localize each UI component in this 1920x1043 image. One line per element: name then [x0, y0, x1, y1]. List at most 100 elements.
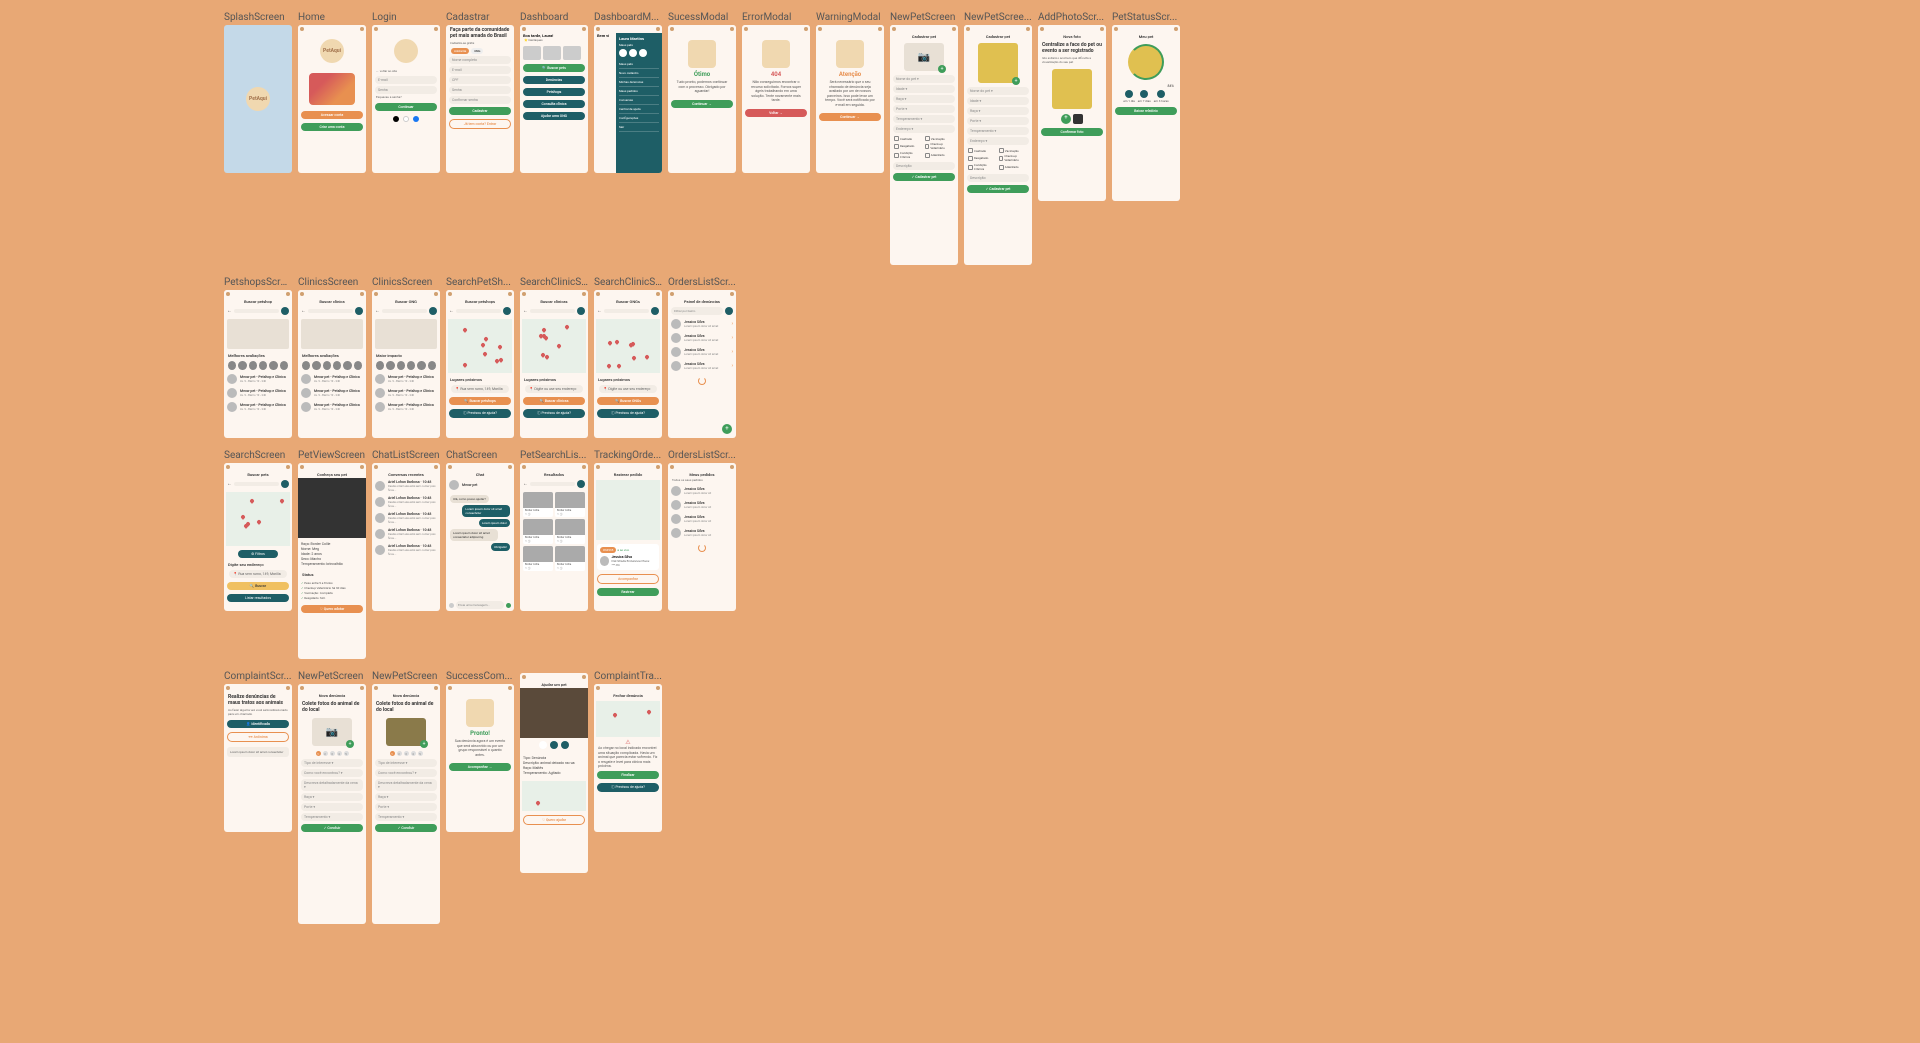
- menu-item[interactable]: Central de ajuda: [619, 105, 659, 114]
- add-thumb[interactable]: +: [1061, 114, 1071, 124]
- input-field[interactable]: Temperamento ▾: [893, 115, 955, 123]
- pet-icon[interactable]: [629, 49, 637, 57]
- menu-icon[interactable]: [360, 292, 364, 296]
- checkbox[interactable]: Check-up Veterinário: [999, 154, 1028, 162]
- forgot-link[interactable]: Esqueceu a senha?: [372, 95, 440, 101]
- list-item[interactable]: Meow pet - Petshop e ClínicaAv. 9 - Bair…: [224, 400, 292, 414]
- search-icon[interactable]: [281, 307, 289, 315]
- pet-icon[interactable]: [639, 49, 647, 57]
- action-icon[interactable]: [561, 741, 569, 749]
- address-input[interactable]: 📍 Rua sem rumo, 149, Marília: [229, 570, 287, 578]
- back-icon[interactable]: ←: [449, 308, 454, 314]
- input-field[interactable]: Descreva detalhadamente da cena ▾: [375, 779, 437, 791]
- filter-icon[interactable]: [725, 307, 733, 315]
- address-input[interactable]: 📍 Digite ou use seu endereço: [525, 385, 583, 393]
- search-button[interactable]: 🔍 Buscar ONGs: [597, 397, 659, 405]
- input-field[interactable]: CPF: [449, 76, 511, 84]
- bullet[interactable]: [238, 361, 246, 370]
- input-field[interactable]: Porte ▾: [301, 803, 363, 811]
- description-field[interactable]: Descrição: [893, 162, 955, 170]
- search-icon[interactable]: [429, 307, 437, 315]
- list-item[interactable]: Meow pet - Petshop e ClínicaAv. 9 - Bair…: [298, 372, 366, 386]
- pet-icon[interactable]: [619, 49, 627, 57]
- search-input[interactable]: [530, 309, 575, 313]
- modal-button[interactable]: Continuar →: [671, 100, 733, 108]
- back-link[interactable]: ← voltar ao site: [372, 69, 440, 75]
- menu-icon[interactable]: [286, 292, 290, 296]
- order-item[interactable]: Jessica SilvaLorem ipsum dolor sit: [668, 512, 736, 526]
- input-field[interactable]: Endereço ▾: [967, 137, 1029, 145]
- input-field[interactable]: E-mail: [449, 66, 511, 74]
- bullet[interactable]: [312, 361, 320, 370]
- bullet[interactable]: [397, 361, 405, 370]
- attach-icon[interactable]: [449, 603, 454, 608]
- bullet[interactable]: [343, 361, 351, 370]
- address-input[interactable]: 📍 Rua sem rumo, 149, Marília: [451, 385, 509, 393]
- map-view[interactable]: [226, 492, 290, 546]
- input-field[interactable]: Nome completo: [449, 56, 511, 64]
- tracking-map[interactable]: [596, 480, 660, 540]
- input-field[interactable]: Raça ▾: [967, 107, 1029, 115]
- checkbox[interactable]: Resgatado: [968, 154, 997, 162]
- input-field[interactable]: Como você encontrou? ▾: [301, 769, 363, 777]
- menu-icon[interactable]: [952, 27, 956, 31]
- bullet[interactable]: [417, 361, 425, 370]
- photo-thumb[interactable]: [1073, 114, 1083, 124]
- pet-thumb[interactable]: [563, 46, 581, 60]
- menu-icon[interactable]: [286, 465, 290, 469]
- menu-icon[interactable]: [1174, 27, 1178, 31]
- map-view[interactable]: [596, 319, 660, 373]
- pet-thumb[interactable]: [543, 46, 561, 60]
- send-icon[interactable]: [506, 603, 511, 608]
- back-icon[interactable]: ←: [375, 308, 380, 314]
- add-photo-fab[interactable]: +: [1012, 77, 1020, 85]
- result-card[interactable]: Border Collie♡ ⓘ: [555, 519, 585, 544]
- order-item[interactable]: Jessica SilvaLorem ipsum dolor sit amet›: [668, 331, 736, 345]
- help-button[interactable]: ♡ Quero ajudar: [523, 815, 585, 825]
- order-item[interactable]: Jessica SilvaLorem ipsum dolor sit: [668, 526, 736, 540]
- input-field[interactable]: Tipo de interesse ▾: [375, 759, 437, 767]
- input-field[interactable]: Senha: [375, 86, 437, 94]
- order-item[interactable]: Jessica SilvaLorem ipsum dolor sit amet›: [668, 359, 736, 373]
- follow-button[interactable]: Acompanhar: [597, 574, 659, 584]
- menu-icon[interactable]: [508, 465, 512, 469]
- add-photo-fab[interactable]: +: [938, 65, 946, 73]
- menu-item[interactable]: Minhas denúncias: [619, 78, 659, 87]
- input-field[interactable]: Tipo de interesse ▾: [301, 759, 363, 767]
- back-icon[interactable]: ←: [227, 481, 232, 487]
- menu-icon[interactable]: [730, 465, 734, 469]
- help-button[interactable]: ⓘ Precisou de ajuda?: [523, 409, 585, 418]
- anon-button[interactable]: 🕶 Anônima: [227, 732, 289, 742]
- input-field[interactable]: Temperamento ▾: [301, 813, 363, 821]
- add-photo-fab[interactable]: +: [420, 740, 428, 748]
- filter-input[interactable]: Filtrar por bairro: [671, 307, 723, 315]
- message-input[interactable]: Envie uma mensagem...: [456, 601, 504, 609]
- menu-item[interactable]: Meus pets: [619, 60, 659, 69]
- menu-icon[interactable]: [434, 686, 438, 690]
- bullet[interactable]: [259, 361, 267, 370]
- identified-button[interactable]: 👤 Identificada: [227, 720, 289, 728]
- input-field[interactable]: Confirmar senha: [449, 96, 511, 104]
- pet-photo[interactable]: +: [386, 718, 426, 746]
- map-view[interactable]: [596, 701, 660, 737]
- menu-icon[interactable]: [1100, 27, 1104, 31]
- search-input[interactable]: [456, 309, 501, 313]
- menu-icon[interactable]: [730, 27, 734, 31]
- register-button[interactable]: Cadastrar: [449, 107, 511, 115]
- nav-button[interactable]: Denúncias: [523, 76, 585, 84]
- list-link[interactable]: Listar resultados: [227, 594, 289, 602]
- list-item[interactable]: Meow pet - Petshop e ClínicaAv. 9 - Bair…: [372, 400, 440, 414]
- menu-icon[interactable]: [434, 465, 438, 469]
- menu-icon[interactable]: [730, 292, 734, 296]
- menu-item[interactable]: Novo cadastro: [619, 69, 659, 78]
- bullet[interactable]: [428, 361, 436, 370]
- input-field[interactable]: Raça ▾: [893, 95, 955, 103]
- input-field[interactable]: Endereço ▾: [893, 125, 955, 133]
- input-field[interactable]: Idade ▾: [967, 97, 1029, 105]
- list-item[interactable]: Meow pet - Petshop e ClínicaAv. 9 - Bair…: [298, 386, 366, 400]
- input-field[interactable]: Temperamento ▾: [967, 127, 1029, 135]
- checkbox[interactable]: Adestrado: [925, 151, 954, 159]
- action-icon[interactable]: [539, 741, 547, 749]
- menu-icon[interactable]: [360, 465, 364, 469]
- back-icon[interactable]: ←: [227, 308, 232, 314]
